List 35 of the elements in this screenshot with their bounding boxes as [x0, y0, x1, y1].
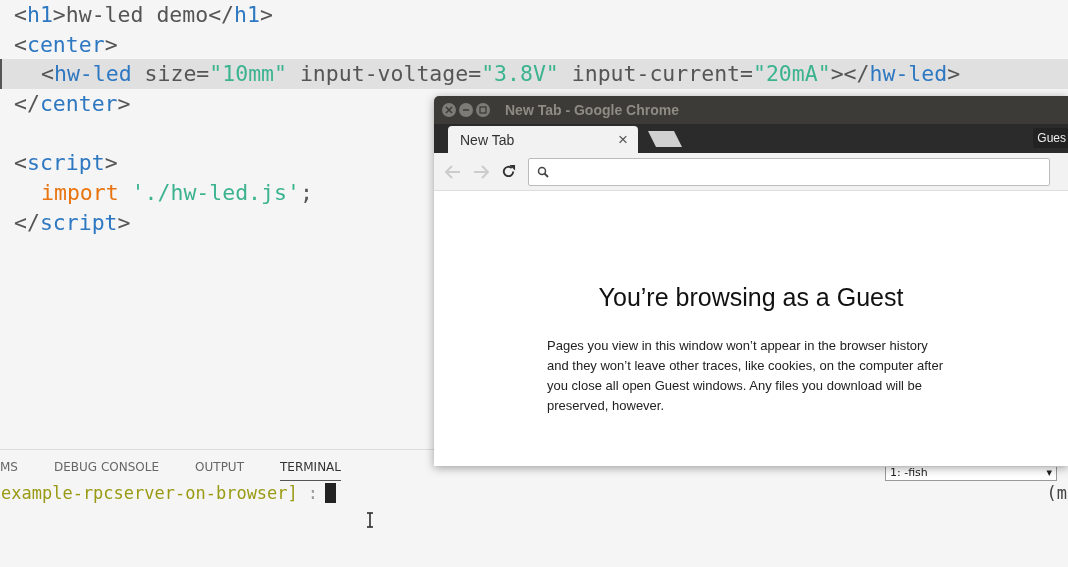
code-line: <center> [14, 31, 118, 58]
close-icon [445, 106, 453, 114]
maximize-button[interactable] [476, 103, 490, 117]
terminal-text: (m [1046, 483, 1067, 503]
page-heading: You’re browsing as a Guest [597, 283, 905, 312]
prompt-separator: : [307, 483, 319, 503]
panel-tab[interactable]: OUTPUT [195, 457, 244, 481]
minimize-button[interactable] [459, 103, 473, 117]
code-line: <script> [14, 150, 118, 177]
profile-button[interactable]: Gues [1033, 128, 1068, 148]
search-icon [537, 165, 549, 178]
maximize-icon [479, 106, 487, 114]
close-button[interactable] [442, 103, 456, 117]
code-line: <hw-led size="10mm" input-voltage="3.8V" input-current="20mA"></hw-led> [41, 61, 961, 88]
code-line: <h1>hw-led demo</h1> [14, 2, 273, 28]
minimize-icon [462, 106, 470, 114]
panel-tab[interactable]: MS [0, 457, 18, 481]
code-line: </script> [14, 209, 131, 236]
close-tab-button[interactable]: × [618, 129, 628, 150]
prompt-path: example-rpcserver-on-browser] [1, 483, 298, 503]
terminal-cursor [325, 483, 337, 503]
reload-icon[interactable] [501, 164, 516, 179]
code-line: import './hw-led.js'; [41, 180, 313, 207]
browser-tab[interactable]: New Tab × [448, 126, 638, 153]
forward-icon[interactable] [473, 164, 489, 179]
panel-tab[interactable]: DEBUG CONSOLE [54, 457, 160, 481]
back-icon[interactable] [445, 164, 461, 179]
address-bar[interactable] [528, 157, 1050, 186]
new-tab-button[interactable] [648, 131, 682, 147]
panel-tab[interactable]: TERMINAL [280, 457, 341, 481]
terminal-select[interactable]: 1: -fish ▾ [885, 467, 1057, 481]
text-cursor-icon [366, 512, 374, 528]
guest-description: Pages you view in this window won’t appear in the browser history and they won’t leave other traces, like cookies, on the computer after you close all open Guest windows. Any files you download will be preserved, however. [547, 337, 944, 415]
window-title: New Tab - Google Chrome [505, 102, 679, 118]
code-line: </center> [14, 91, 131, 118]
